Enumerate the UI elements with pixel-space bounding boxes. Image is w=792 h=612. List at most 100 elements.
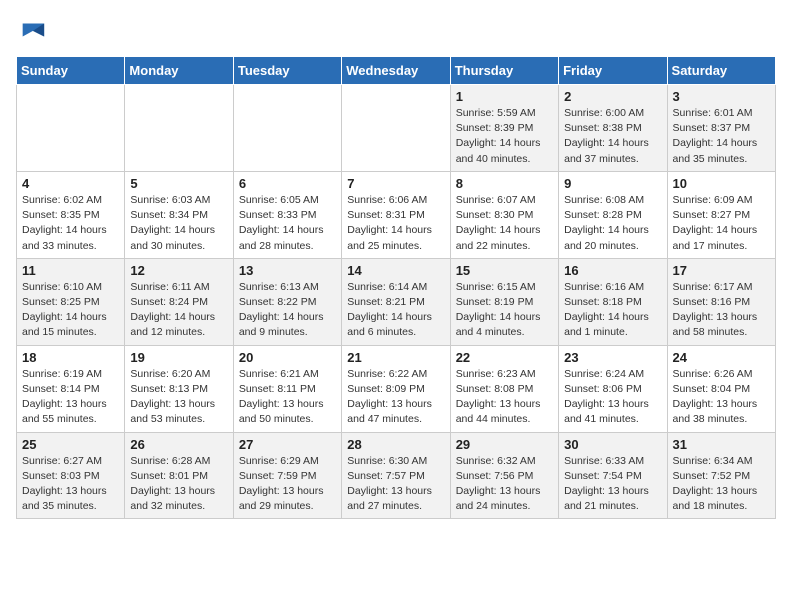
day-info: Sunrise: 6:10 AM Sunset: 8:25 PM Dayligh… — [22, 280, 119, 341]
day-info: Sunrise: 6:02 AM Sunset: 8:35 PM Dayligh… — [22, 193, 119, 254]
day-number: 21 — [347, 350, 444, 365]
day-info: Sunrise: 6:06 AM Sunset: 8:31 PM Dayligh… — [347, 193, 444, 254]
day-number: 20 — [239, 350, 336, 365]
day-number: 29 — [456, 437, 553, 452]
calendar-cell — [342, 85, 450, 172]
day-number: 25 — [22, 437, 119, 452]
day-info: Sunrise: 6:27 AM Sunset: 8:03 PM Dayligh… — [22, 454, 119, 515]
day-info: Sunrise: 6:33 AM Sunset: 7:54 PM Dayligh… — [564, 454, 661, 515]
day-info: Sunrise: 6:17 AM Sunset: 8:16 PM Dayligh… — [673, 280, 770, 341]
calendar-cell: 20 Sunrise: 6:21 AM Sunset: 8:11 PM Dayli… — [233, 345, 341, 432]
calendar-cell: 1 Sunrise: 5:59 AM Sunset: 8:39 PM Daylig… — [450, 85, 558, 172]
day-info: Sunrise: 6:22 AM Sunset: 8:09 PM Dayligh… — [347, 367, 444, 428]
day-number: 9 — [564, 176, 661, 191]
day-number: 3 — [673, 89, 770, 104]
day-info: Sunrise: 6:08 AM Sunset: 8:28 PM Dayligh… — [564, 193, 661, 254]
logo-icon — [18, 16, 46, 44]
day-info: Sunrise: 6:05 AM Sunset: 8:33 PM Dayligh… — [239, 193, 336, 254]
day-number: 2 — [564, 89, 661, 104]
calendar-cell: 29 Sunrise: 6:32 AM Sunset: 7:56 PM Dayli… — [450, 432, 558, 519]
calendar-header-thursday: Thursday — [450, 57, 558, 85]
day-number: 26 — [130, 437, 227, 452]
calendar-week-1: 1 Sunrise: 5:59 AM Sunset: 8:39 PM Daylig… — [17, 85, 776, 172]
calendar-cell: 28 Sunrise: 6:30 AM Sunset: 7:57 PM Dayli… — [342, 432, 450, 519]
day-number: 4 — [22, 176, 119, 191]
calendar-cell: 15 Sunrise: 6:15 AM Sunset: 8:19 PM Dayli… — [450, 258, 558, 345]
day-info: Sunrise: 6:29 AM Sunset: 7:59 PM Dayligh… — [239, 454, 336, 515]
calendar-cell: 27 Sunrise: 6:29 AM Sunset: 7:59 PM Dayli… — [233, 432, 341, 519]
calendar-cell: 8 Sunrise: 6:07 AM Sunset: 8:30 PM Daylig… — [450, 171, 558, 258]
day-info: Sunrise: 6:26 AM Sunset: 8:04 PM Dayligh… — [673, 367, 770, 428]
calendar-cell — [233, 85, 341, 172]
calendar-cell: 23 Sunrise: 6:24 AM Sunset: 8:06 PM Dayli… — [559, 345, 667, 432]
calendar-cell: 9 Sunrise: 6:08 AM Sunset: 8:28 PM Daylig… — [559, 171, 667, 258]
day-info: Sunrise: 6:00 AM Sunset: 8:38 PM Dayligh… — [564, 106, 661, 167]
calendar-cell: 18 Sunrise: 6:19 AM Sunset: 8:14 PM Dayli… — [17, 345, 125, 432]
calendar-cell: 7Sunrise: 6:06 AM Sunset: 8:31 PM Daylig… — [342, 171, 450, 258]
day-info: Sunrise: 6:15 AM Sunset: 8:19 PM Dayligh… — [456, 280, 553, 341]
day-info: Sunrise: 6:32 AM Sunset: 7:56 PM Dayligh… — [456, 454, 553, 515]
calendar-cell: 25 Sunrise: 6:27 AM Sunset: 8:03 PM Dayli… — [17, 432, 125, 519]
calendar-header-row: SundayMondayTuesdayWednesdayThursdayFrid… — [17, 57, 776, 85]
day-info: Sunrise: 6:03 AM Sunset: 8:34 PM Dayligh… — [130, 193, 227, 254]
day-number: 30 — [564, 437, 661, 452]
day-info: Sunrise: 6:30 AM Sunset: 7:57 PM Dayligh… — [347, 454, 444, 515]
calendar-cell: 6 Sunrise: 6:05 AM Sunset: 8:33 PM Daylig… — [233, 171, 341, 258]
day-number: 13 — [239, 263, 336, 278]
day-info: Sunrise: 6:09 AM Sunset: 8:27 PM Dayligh… — [673, 193, 770, 254]
day-info: Sunrise: 6:24 AM Sunset: 8:06 PM Dayligh… — [564, 367, 661, 428]
day-number: 17 — [673, 263, 770, 278]
calendar-header-tuesday: Tuesday — [233, 57, 341, 85]
day-info: Sunrise: 6:07 AM Sunset: 8:30 PM Dayligh… — [456, 193, 553, 254]
calendar-cell: 22Sunrise: 6:23 AM Sunset: 8:08 PM Dayli… — [450, 345, 558, 432]
day-info: Sunrise: 6:16 AM Sunset: 8:18 PM Dayligh… — [564, 280, 661, 341]
calendar-header-monday: Monday — [125, 57, 233, 85]
calendar-cell: 30 Sunrise: 6:33 AM Sunset: 7:54 PM Dayli… — [559, 432, 667, 519]
day-info: Sunrise: 6:19 AM Sunset: 8:14 PM Dayligh… — [22, 367, 119, 428]
day-number: 6 — [239, 176, 336, 191]
day-info: Sunrise: 6:01 AM Sunset: 8:37 PM Dayligh… — [673, 106, 770, 167]
day-info: Sunrise: 6:13 AM Sunset: 8:22 PM Dayligh… — [239, 280, 336, 341]
calendar-cell: 3 Sunrise: 6:01 AM Sunset: 8:37 PM Daylig… — [667, 85, 775, 172]
day-number: 12 — [130, 263, 227, 278]
page-header — [16, 16, 776, 44]
calendar-cell: 4 Sunrise: 6:02 AM Sunset: 8:35 PM Daylig… — [17, 171, 125, 258]
calendar-cell: 14Sunrise: 6:14 AM Sunset: 8:21 PM Dayli… — [342, 258, 450, 345]
calendar-cell — [17, 85, 125, 172]
calendar-header-sunday: Sunday — [17, 57, 125, 85]
calendar-week-5: 25 Sunrise: 6:27 AM Sunset: 8:03 PM Dayli… — [17, 432, 776, 519]
calendar-cell: 26Sunrise: 6:28 AM Sunset: 8:01 PM Dayli… — [125, 432, 233, 519]
calendar-header-wednesday: Wednesday — [342, 57, 450, 85]
calendar-cell: 24 Sunrise: 6:26 AM Sunset: 8:04 PM Dayli… — [667, 345, 775, 432]
calendar-table: SundayMondayTuesdayWednesdayThursdayFrid… — [16, 56, 776, 519]
day-number: 24 — [673, 350, 770, 365]
calendar-cell: 16Sunrise: 6:16 AM Sunset: 8:18 PM Dayli… — [559, 258, 667, 345]
day-info: Sunrise: 5:59 AM Sunset: 8:39 PM Dayligh… — [456, 106, 553, 167]
day-number: 27 — [239, 437, 336, 452]
day-number: 23 — [564, 350, 661, 365]
day-number: 14 — [347, 263, 444, 278]
calendar-cell: 10 Sunrise: 6:09 AM Sunset: 8:27 PM Dayli… — [667, 171, 775, 258]
calendar-cell: 11Sunrise: 6:10 AM Sunset: 8:25 PM Dayli… — [17, 258, 125, 345]
day-number: 1 — [456, 89, 553, 104]
day-number: 18 — [22, 350, 119, 365]
calendar-cell: 13 Sunrise: 6:13 AM Sunset: 8:22 PM Dayli… — [233, 258, 341, 345]
calendar-cell: 19Sunrise: 6:20 AM Sunset: 8:13 PM Dayli… — [125, 345, 233, 432]
day-number: 28 — [347, 437, 444, 452]
logo — [16, 16, 46, 44]
day-info: Sunrise: 6:11 AM Sunset: 8:24 PM Dayligh… — [130, 280, 227, 341]
day-number: 31 — [673, 437, 770, 452]
day-info: Sunrise: 6:23 AM Sunset: 8:08 PM Dayligh… — [456, 367, 553, 428]
day-number: 15 — [456, 263, 553, 278]
day-number: 10 — [673, 176, 770, 191]
calendar-cell: 12 Sunrise: 6:11 AM Sunset: 8:24 PM Dayli… — [125, 258, 233, 345]
calendar-week-2: 4 Sunrise: 6:02 AM Sunset: 8:35 PM Daylig… — [17, 171, 776, 258]
calendar-cell: 17 Sunrise: 6:17 AM Sunset: 8:16 PM Dayli… — [667, 258, 775, 345]
day-number: 5 — [130, 176, 227, 191]
day-number: 8 — [456, 176, 553, 191]
day-info: Sunrise: 6:34 AM Sunset: 7:52 PM Dayligh… — [673, 454, 770, 515]
day-number: 19 — [130, 350, 227, 365]
day-info: Sunrise: 6:21 AM Sunset: 8:11 PM Dayligh… — [239, 367, 336, 428]
calendar-week-3: 11Sunrise: 6:10 AM Sunset: 8:25 PM Dayli… — [17, 258, 776, 345]
calendar-header-saturday: Saturday — [667, 57, 775, 85]
